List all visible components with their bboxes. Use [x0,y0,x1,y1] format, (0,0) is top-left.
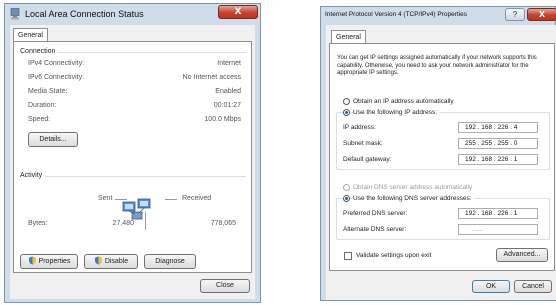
subnet-mask-label: Subnet mask: [343,140,383,147]
ip-address-label: IP address: [343,124,376,131]
description-text: You can get IP settings assigned automat… [337,55,537,76]
general-panel: You can get IP settings assigned automat… [329,43,555,271]
close-button[interactable]: Close [200,279,250,293]
dialog-title: Internet Protocol Version 4 (TCP/IPv4) P… [325,11,467,18]
use-following-dns-radio[interactable] [343,195,350,202]
activity-group-line [20,176,246,177]
obtain-dns-auto-radio[interactable] [343,184,350,191]
dialog-client-area: General You can get IP settings assigned… [326,25,556,300]
tab-general[interactable]: General [13,28,48,42]
duration-label: Duration: [28,102,57,109]
dialog-title: Local Area Connection Status [25,9,144,19]
alternate-dns-label: Alternate DNS server: [343,226,407,233]
activity-heading: Activity [20,172,46,179]
shield-icon [94,256,102,265]
duration-value: 00:01:27 [213,102,241,109]
received-line [165,199,177,200]
media-state-value: Enabled [215,88,241,95]
window-close-button[interactable]: X [218,5,258,19]
shield-icon [28,256,36,265]
help-button[interactable]: ? [505,8,525,21]
validate-checkbox[interactable] [344,252,352,260]
disable-button[interactable]: Disable [84,254,138,269]
use-following-ip-radio[interactable] [343,109,350,116]
speed-label: Speed: [28,116,51,123]
alternate-dns-field[interactable]: . . . [458,224,538,235]
speed-value: 100.0 Mbps [204,116,241,123]
tab-general[interactable]: General [331,30,366,44]
ipv4-properties-dialog: Internet Protocol Version 4 (TCP/IPv4) P… [320,6,556,301]
ok-button[interactable]: OK [472,280,510,293]
default-gateway-field[interactable]: 192 . 168 . 226 . 1 [458,154,538,165]
ipv4-connectivity-value: Internet [217,60,241,67]
bytes-label: Bytes: [28,220,48,227]
general-panel: Connection IPv4 Connectivity: Internet I… [13,41,252,273]
advanced-button[interactable]: Advanced... [496,248,548,262]
validate-label: Validate settings upon exit [356,252,434,259]
details-button[interactable]: Details... [28,132,78,147]
obtain-ip-auto-label: Obtain an IP address automatically [353,98,456,105]
disable-label: Disable [104,258,129,265]
ipv6-connectivity-label: IPv6 Connectivity: [28,74,85,81]
network-adapter-icon [10,8,20,20]
dialog-client-area: General Connection IPv4 Connectivity: In… [10,25,255,299]
ipv4-connectivity-label: IPv4 Connectivity: [28,60,85,67]
connection-heading: Connection [20,48,59,55]
obtain-dns-auto-label: Obtain DNS server address automatically [353,184,475,191]
subnet-mask-field[interactable]: 255 . 255 . 255 . 0 [458,138,538,149]
diagnose-button[interactable]: Diagnose [144,254,196,269]
use-following-dns-label: Use the following DNS server addresses: [353,195,474,202]
preferred-dns-label: Preferred DNS server: [343,210,408,217]
ipv6-connectivity-value: No Internet access [182,74,241,81]
sent-label: Sent [98,195,113,202]
received-label: Received [182,195,212,202]
preferred-dns-field[interactable]: 192 . 168 . 226 . 1 [458,208,538,219]
window-close-button[interactable]: X [527,8,556,21]
title-bar: Local Area Connection Status X [5,4,260,24]
cancel-button[interactable]: Cancel [514,280,552,293]
obtain-ip-auto-radio[interactable] [343,98,350,105]
network-activity-icon [122,198,151,220]
ip-address-field[interactable]: 192 . 168 . 226 . 4 [458,122,538,133]
media-state-label: Media State: [28,88,68,95]
bytes-received-value: 778,065 [210,220,236,227]
use-following-ip-label: Use the following IP address: [353,109,440,116]
properties-button[interactable]: Properties [20,254,78,269]
default-gateway-label: Default gateway: [343,156,392,163]
connection-status-dialog: Local Area Connection Status X General C… [4,3,261,303]
properties-label: Properties [38,258,71,265]
